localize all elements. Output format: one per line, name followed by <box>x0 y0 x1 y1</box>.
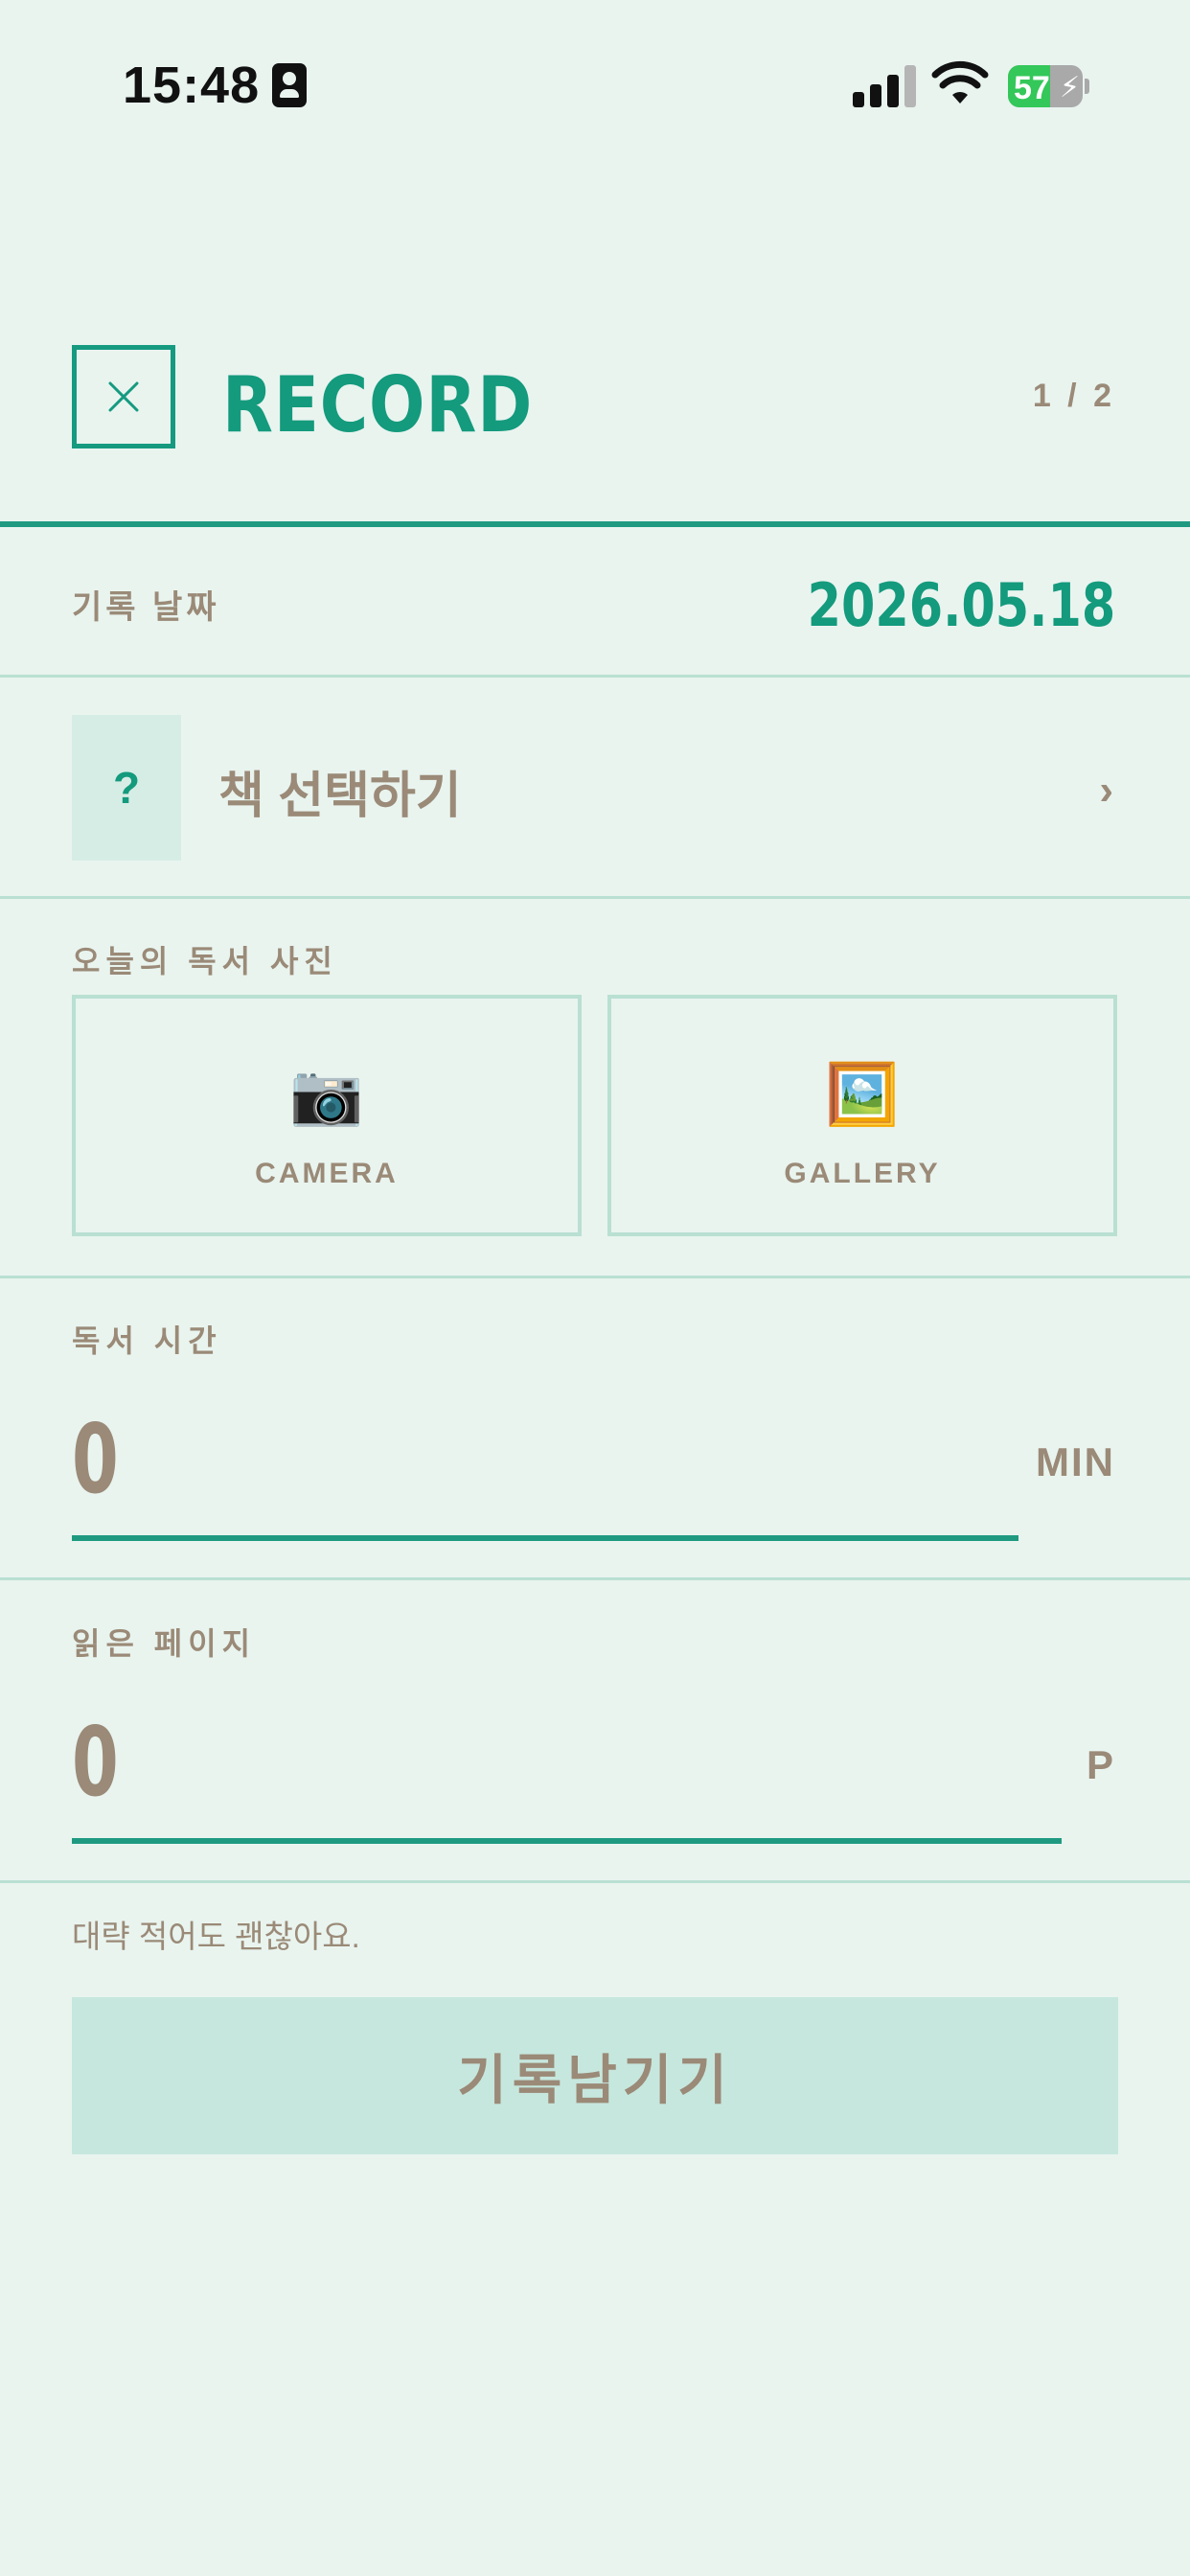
gallery-label: GALLERY <box>784 1158 941 1189</box>
photo-section-label: 오늘의 독서 사진 <box>72 944 338 978</box>
camera-icon: 📷 <box>289 1062 364 1128</box>
book-select-row[interactable]: ? 책 선택하기 › <box>0 678 1190 899</box>
divider <box>0 675 1190 678</box>
header-divider <box>0 521 1190 527</box>
gallery-button[interactable]: 🖼️ GALLERY <box>607 995 1117 1236</box>
header: RECORD 1 / 2 <box>0 345 1190 527</box>
close-icon <box>108 381 139 412</box>
reading-time-underline <box>72 1535 1018 1541</box>
camera-label: CAMERA <box>255 1158 399 1189</box>
close-button[interactable] <box>72 345 175 448</box>
status-bar: 15:48 57 ⚡ <box>0 0 1190 172</box>
divider <box>0 896 1190 899</box>
page-title: RECORD <box>222 360 534 449</box>
hint-text: 대략 적어도 괜찮아요. <box>72 1919 360 1954</box>
submit-label: 기록남기기 <box>457 2049 733 2110</box>
camera-button[interactable]: 📷 CAMERA <box>72 995 582 1236</box>
battery-percent: 57 <box>1014 70 1050 106</box>
pages-read-label: 읽은 페이지 <box>72 1626 257 1661</box>
submit-record-button[interactable]: 기록남기기 <box>72 1997 1118 2154</box>
divider <box>0 1276 1190 1278</box>
status-time: 15:48 <box>123 57 261 114</box>
book-placeholder-icon: ? <box>72 715 181 861</box>
id-card-icon <box>272 63 307 107</box>
book-select-label: 책 선택하기 <box>218 769 462 824</box>
record-date-label: 기록 날짜 <box>72 589 220 626</box>
battery-charging-icon: 57 ⚡ <box>1008 65 1089 107</box>
chevron-right-icon: › <box>1099 767 1113 814</box>
gallery-icon: 🖼️ <box>825 1062 900 1128</box>
cellular-signal-icon <box>853 65 916 107</box>
pages-read-unit: P <box>1086 1742 1115 1787</box>
divider <box>0 1577 1190 1580</box>
divider <box>0 1880 1190 1883</box>
pages-read-input[interactable]: 0 <box>72 1706 119 1818</box>
reading-time-label: 독서 시간 <box>72 1323 222 1358</box>
wifi-icon <box>931 60 989 104</box>
reading-time-unit: MIN <box>1036 1439 1115 1484</box>
record-date-value[interactable]: 2026.05.18 <box>807 570 1115 640</box>
step-indicator: 1 / 2 <box>1032 378 1115 414</box>
reading-time-input[interactable]: 0 <box>72 1403 119 1515</box>
pages-read-underline <box>72 1838 1062 1844</box>
